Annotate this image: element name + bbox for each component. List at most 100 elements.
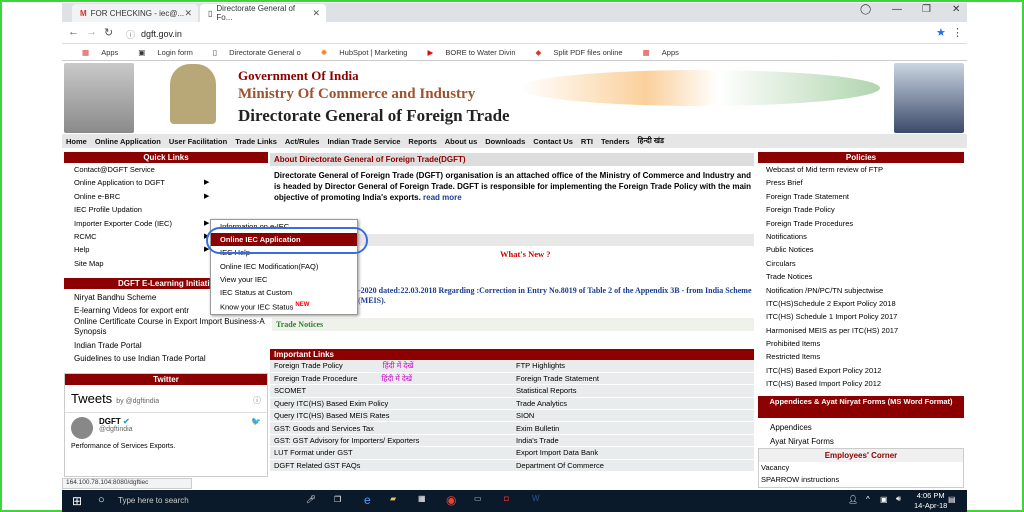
bookmark-apps2[interactable]: ▦ Apps bbox=[633, 48, 679, 57]
bookmark-hubspot[interactable]: ✺ HubSpot | Marketing bbox=[311, 48, 408, 57]
nav-hindi[interactable]: हिन्दी खंड bbox=[638, 136, 664, 146]
policy-link[interactable]: Notifications bbox=[758, 230, 964, 243]
nav-about-us[interactable]: About us bbox=[445, 137, 478, 146]
back-icon[interactable]: ← bbox=[68, 26, 79, 38]
chrome-icon[interactable]: ◉ bbox=[446, 493, 456, 507]
nav-home[interactable]: Home bbox=[66, 137, 87, 146]
link-scomet[interactable]: SCOMET bbox=[270, 384, 512, 398]
quick-link-contact[interactable]: Contact@DGFT Service bbox=[64, 163, 268, 176]
quick-link-iec-profile[interactable]: IEC Profile Updation bbox=[64, 203, 268, 216]
bookmark-dgft[interactable]: ▯ Directorate General o bbox=[203, 48, 301, 57]
task-view-icon[interactable]: ❐ bbox=[334, 495, 341, 504]
link-ft-statement[interactable]: Foreign Trade Statement bbox=[512, 372, 754, 386]
elearning-link[interactable]: Guidelines to use Indian Trade Portal bbox=[74, 352, 268, 365]
bookmark-splitpdf[interactable]: ◆ Split PDF files online bbox=[526, 48, 623, 57]
twitter-handle-link[interactable]: by @dgftindia bbox=[116, 398, 159, 405]
bookmark-bore[interactable]: ▶ BORE to Water Divin bbox=[417, 48, 515, 57]
nav-indian-trade-service[interactable]: Indian Trade Service bbox=[327, 137, 400, 146]
link-lut[interactable]: LUT Format under GST bbox=[270, 446, 512, 460]
link-query-meis[interactable]: Query ITC(HS) Based MEIS Rates bbox=[270, 409, 512, 423]
policy-link[interactable]: Foreign Trade Policy bbox=[758, 203, 964, 216]
policy-link[interactable]: Prohibited Items bbox=[758, 337, 964, 350]
edge-icon[interactable]: e bbox=[364, 493, 371, 507]
menu-item-view-iec[interactable]: View your IEC bbox=[211, 273, 357, 286]
nav-trade-links[interactable]: Trade Links bbox=[235, 137, 277, 146]
calculator-icon[interactable]: ▦ bbox=[418, 494, 426, 503]
link-gst-advisory[interactable]: GST: GST Advisory for Importers/ Exporte… bbox=[270, 434, 512, 448]
policy-link[interactable]: ITC(HS) Schedule 1 Import Policy 2017 bbox=[758, 310, 964, 323]
url-input[interactable]: ⓘ dgft.gov.in bbox=[126, 26, 951, 42]
elearning-link[interactable]: Indian Trade Portal bbox=[74, 339, 268, 352]
link-sion[interactable]: SION bbox=[512, 409, 754, 423]
menu-item-iec-status-custom[interactable]: IEC Status at Custom bbox=[211, 286, 357, 299]
minimize-icon[interactable]: — bbox=[892, 4, 902, 15]
volume-icon[interactable]: 🔊︎ bbox=[896, 494, 901, 504]
app-icon[interactable]: ◘ bbox=[504, 494, 509, 503]
menu-item-know-iec-status[interactable]: Know your IEC Status NEW bbox=[211, 299, 357, 312]
menu-item-iec-modification[interactable]: Online IEC Modification(FAQ) bbox=[211, 260, 357, 273]
tray-up-icon[interactable]: ^ bbox=[866, 495, 870, 504]
nav-online-application[interactable]: Online Application bbox=[95, 137, 161, 146]
policy-link[interactable]: ITC(HS)Schedule 2 Export Policy 2018 bbox=[758, 297, 964, 310]
tab-dgft[interactable]: ▯ Directorate General of Fo... ✕ bbox=[200, 4, 326, 22]
folder-icon[interactable]: ▰ bbox=[390, 494, 396, 503]
policy-link[interactable]: Harmonised MEIS as per ITC(HS) 2017 bbox=[758, 324, 964, 337]
nav-reports[interactable]: Reports bbox=[408, 137, 436, 146]
nav-downloads[interactable]: Downloads bbox=[485, 137, 525, 146]
nav-rti[interactable]: RTI bbox=[581, 137, 593, 146]
elearning-link[interactable]: Online Certificate Course in Export Impo… bbox=[74, 317, 268, 337]
nav-user-facilitation[interactable]: User Facilitation bbox=[169, 137, 227, 146]
policy-link[interactable]: Foreign Trade Statement bbox=[758, 190, 964, 203]
link-ftp[interactable]: Foreign Trade Policy bbox=[274, 361, 343, 370]
hindi-link[interactable]: हिंदी में देखें bbox=[383, 361, 414, 370]
policy-link[interactable]: Public Notices bbox=[758, 243, 964, 256]
appendices-link[interactable]: Appendices bbox=[770, 421, 834, 435]
info-icon[interactable]: ⓘ bbox=[253, 395, 261, 406]
monitor-icon[interactable]: ▭ bbox=[474, 494, 482, 503]
policy-link[interactable]: Foreign Trade Procedures bbox=[758, 217, 964, 230]
microphone-icon[interactable]: 🎤︎ bbox=[306, 495, 316, 504]
taskbar-search-input[interactable]: Type here to search bbox=[118, 496, 189, 505]
profile-icon[interactable]: ◯ bbox=[860, 4, 871, 15]
reload-icon[interactable]: ↻ bbox=[104, 26, 113, 39]
link-exim-bulletin[interactable]: Exim Bulletin bbox=[512, 421, 754, 435]
close-icon[interactable]: ✕ bbox=[312, 8, 320, 19]
nav-act-rules[interactable]: Act/Rules bbox=[285, 137, 320, 146]
star-icon[interactable]: ★ bbox=[936, 26, 946, 39]
read-more-link[interactable]: read more bbox=[423, 193, 462, 202]
menu-icon[interactable]: ⋮ bbox=[952, 26, 963, 39]
nav-contact-us[interactable]: Contact Us bbox=[533, 137, 573, 146]
forward-icon[interactable]: → bbox=[86, 26, 97, 38]
policy-link[interactable]: Notification /PN/PC/TN subjectwise bbox=[758, 284, 964, 297]
policy-link[interactable]: ITC(HS) Based Export Policy 2012 bbox=[758, 364, 964, 377]
bookmark-apps[interactable]: ▦ Apps bbox=[72, 48, 118, 57]
link-ftp-highlights[interactable]: FTP Highlights bbox=[512, 360, 754, 373]
network-icon[interactable]: ▣ bbox=[880, 495, 888, 504]
tab-gmail[interactable]: M FOR CHECKING - iec@... ✕ bbox=[72, 4, 198, 22]
link-gst-faqs[interactable]: DGFT Related GST FAQs bbox=[270, 459, 512, 473]
bookmark-login[interactable]: ▣ Login form bbox=[128, 48, 193, 57]
news-item[interactable]: -2020 dated:22.03.2018 Regarding :Correc… bbox=[358, 286, 752, 306]
link-statistical-reports[interactable]: Statistical Reports bbox=[512, 384, 754, 398]
sparrow-link[interactable]: SPARROW instructions bbox=[761, 474, 963, 486]
clock[interactable]: 4:06 PM 14-Apr-18 bbox=[914, 491, 947, 511]
window-close-icon[interactable]: ✕ bbox=[952, 4, 960, 15]
link-trade-analytics[interactable]: Trade Analytics bbox=[512, 397, 754, 411]
link-ft-procedure[interactable]: Foreign Trade Procedure bbox=[274, 374, 357, 383]
policy-link[interactable]: ITC(HS) Based Import Policy 2012 bbox=[758, 377, 964, 390]
quick-link-ebrc[interactable]: Online e-BRC ▶ bbox=[64, 190, 268, 203]
tweet-user[interactable]: DGFT bbox=[99, 417, 121, 426]
tweet-handle[interactable]: @dgftindia bbox=[99, 426, 133, 433]
word-icon[interactable]: W bbox=[532, 494, 540, 503]
vacancy-link[interactable]: Vacancy bbox=[761, 462, 963, 474]
link-gst[interactable]: GST: Goods and Services Tax bbox=[270, 421, 512, 435]
ayat-niryat-link[interactable]: Ayat Niryat Forms bbox=[770, 435, 834, 449]
link-indias-trade[interactable]: India's Trade bbox=[512, 434, 754, 448]
avatar[interactable] bbox=[71, 417, 93, 439]
policy-link[interactable]: Press Brief bbox=[758, 176, 964, 189]
maximize-icon[interactable]: ❐ bbox=[922, 4, 931, 15]
link-query-exim[interactable]: Query ITC(HS) Based Exim Policy bbox=[270, 397, 512, 411]
people-icon[interactable]: 👤︎ bbox=[848, 495, 858, 504]
nav-tenders[interactable]: Tenders bbox=[601, 137, 630, 146]
close-icon[interactable]: ✕ bbox=[184, 8, 192, 19]
